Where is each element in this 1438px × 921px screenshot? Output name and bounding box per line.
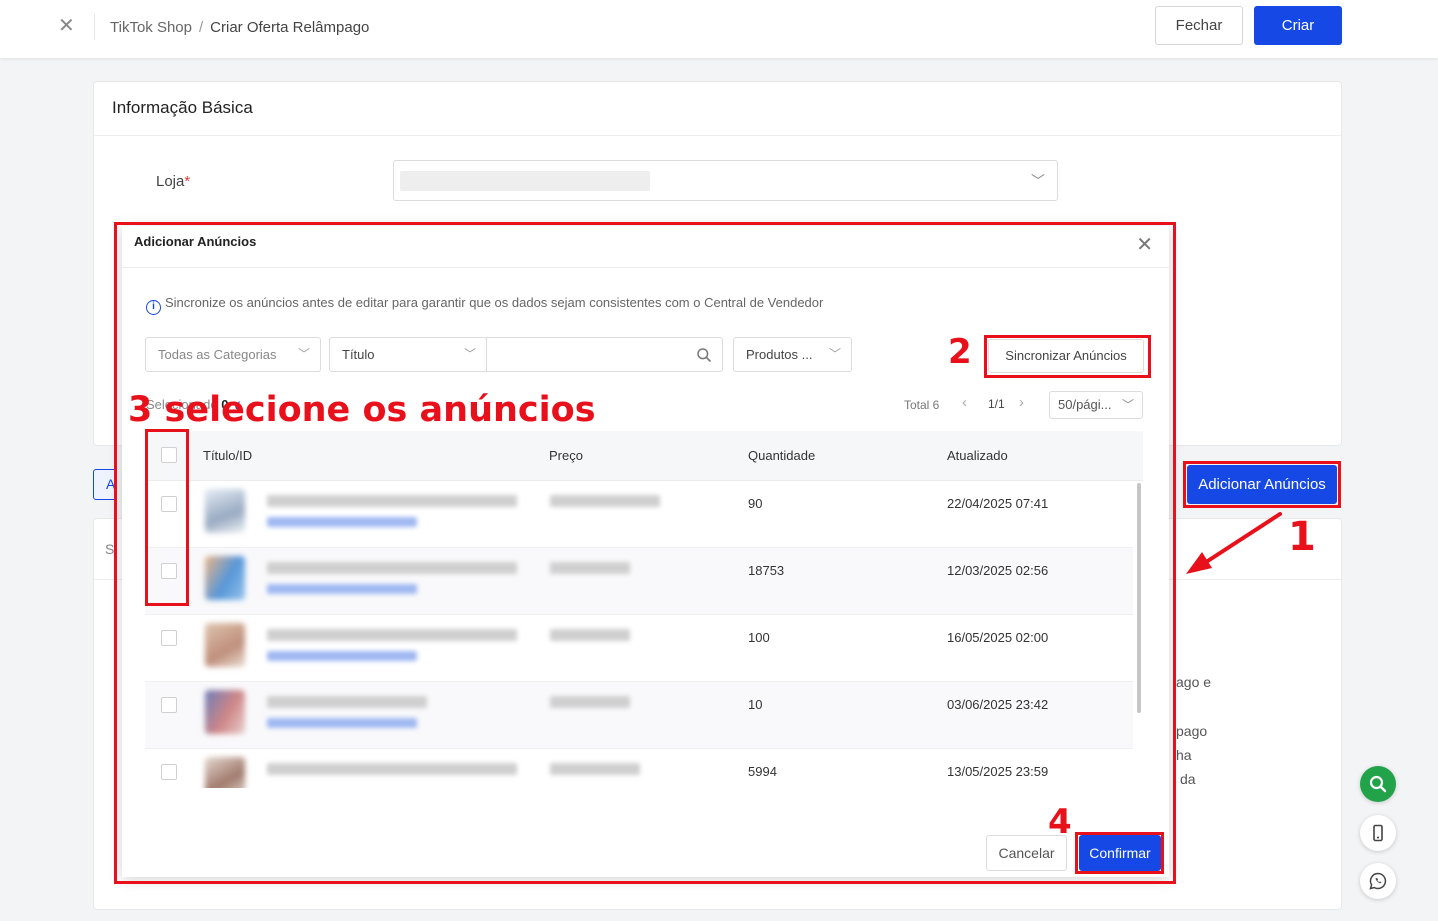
annotation-box-modal <box>114 222 1176 884</box>
section-letter: S <box>105 541 115 557</box>
create-button[interactable]: Criar <box>1254 6 1342 45</box>
search-icon <box>1369 775 1387 793</box>
header-divider <box>94 14 95 40</box>
store-value-blurred <box>400 171 650 191</box>
whatsapp-icon <box>1369 872 1387 890</box>
float-search-button[interactable] <box>1360 766 1396 802</box>
annotation-step-2: 2 <box>948 332 972 372</box>
annotation-step-1: 1 <box>1288 514 1316 560</box>
required-mark: * <box>184 173 191 190</box>
annotation-box-add <box>1183 461 1341 508</box>
top-bar: ✕ TikTok Shop / Criar Oferta Relâmpago Fec… <box>0 0 1438 58</box>
card-divider <box>94 135 1341 136</box>
breadcrumb-separator: / <box>198 19 204 36</box>
float-phone-button[interactable] <box>1360 815 1396 851</box>
partial-text: da <box>1180 771 1196 787</box>
breadcrumb-current: Criar Oferta Relâmpago <box>210 19 370 36</box>
annotation-step-4: 4 <box>1048 802 1072 842</box>
annotation-box-confirm <box>1075 832 1164 874</box>
annotation-box-checkboxes <box>145 429 189 606</box>
close-button[interactable]: Fechar <box>1155 6 1243 45</box>
annotation-box-sync <box>984 335 1151 378</box>
basic-info-title: Informação Básica <box>112 98 253 117</box>
partial-text: ago e <box>1176 674 1212 690</box>
annotation-step-3: 3 selecione os anúncios <box>128 390 596 430</box>
partial-text: pago <box>1176 723 1208 739</box>
chevron-down-icon: ﹀ <box>1031 173 1045 189</box>
float-chat-button[interactable] <box>1360 863 1396 899</box>
close-icon[interactable]: ✕ <box>58 16 78 36</box>
store-label: Loja* <box>156 173 191 190</box>
breadcrumb-root[interactable]: TikTok Shop <box>110 19 192 36</box>
arrow-icon <box>1186 512 1282 574</box>
partial-text: ha <box>1176 747 1192 763</box>
phone-icon <box>1373 824 1383 842</box>
store-select[interactable]: ﹀ <box>393 160 1058 201</box>
breadcrumb: TikTok Shop / Criar Oferta Relâmpago <box>110 19 369 36</box>
